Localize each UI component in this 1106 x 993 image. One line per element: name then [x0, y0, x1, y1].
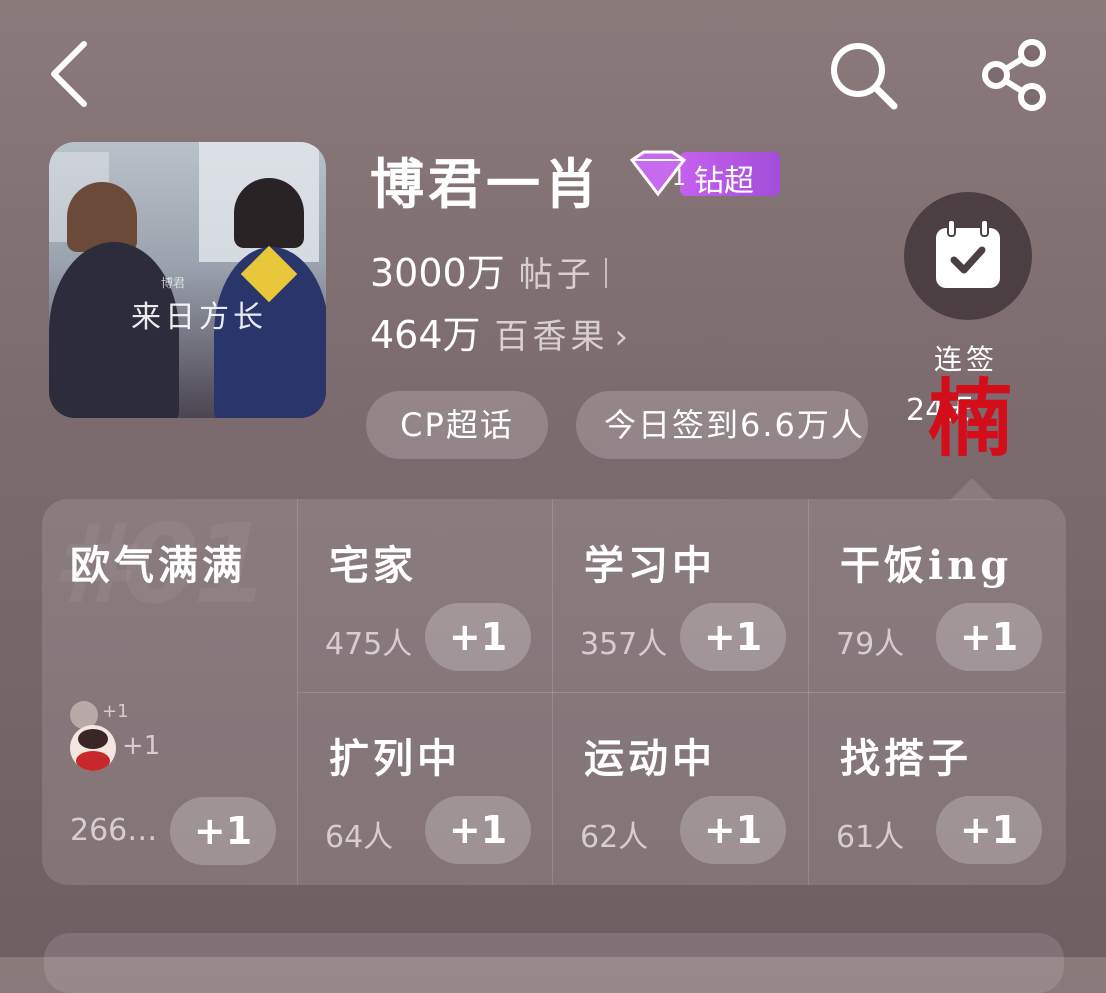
- featured-status-cell[interactable]: 欧气满满 +1 +1 266… +1: [42, 499, 297, 885]
- status-cell[interactable]: 找搭子 61人 +1: [808, 692, 1066, 885]
- status-name: 运动中: [584, 735, 716, 782]
- status-name: 干饭ing: [840, 542, 1013, 589]
- checkin-button[interactable]: [904, 192, 1032, 320]
- chevron-right-icon: ›: [614, 317, 633, 357]
- cover-caption: 来日方长: [131, 300, 267, 335]
- avatar-plus: +1: [122, 731, 161, 761]
- featured-status-count: 266…: [70, 813, 158, 848]
- search-icon[interactable]: [826, 38, 900, 112]
- plus-one-button[interactable]: +1: [680, 796, 786, 864]
- avatar-small-plus: +1: [102, 701, 129, 722]
- fans-stat[interactable]: 464万 百香果 ›: [370, 304, 632, 359]
- posts-label: 帖子: [518, 255, 595, 295]
- fans-label: 百香果: [494, 317, 609, 357]
- checkins-today-pill[interactable]: 今日签到6.6万人: [576, 391, 868, 459]
- topic-title: 博君一肖: [370, 152, 602, 216]
- posts-stat: 3000万 帖子: [370, 242, 607, 297]
- panel-pointer: [950, 478, 994, 500]
- status-count: 79人: [836, 627, 905, 662]
- badge-label: 钻超: [694, 164, 754, 199]
- status-count: 62人: [580, 820, 649, 855]
- plus-one-button[interactable]: +1: [680, 603, 786, 671]
- next-section-card: [44, 933, 1064, 993]
- status-cell[interactable]: 学习中 357人 +1: [552, 499, 808, 692]
- status-count: 61人: [836, 820, 905, 855]
- badge-level: 1: [672, 166, 686, 191]
- watermark-stamp: 楠: [928, 369, 1013, 468]
- cover-caption-small: 博君: [161, 276, 186, 290]
- status-cell[interactable]: 扩列中 64人 +1: [297, 692, 552, 885]
- plus-one-button[interactable]: +1: [936, 603, 1042, 671]
- status-count: 64人: [325, 820, 394, 855]
- status-count: 357人: [580, 627, 668, 662]
- plus-one-button[interactable]: +1: [936, 796, 1042, 864]
- status-name: 学习中: [584, 542, 716, 589]
- status-cell[interactable]: 干饭ing 79人 +1: [808, 499, 1066, 692]
- super-topic-badge[interactable]: 1 钻超: [628, 150, 780, 199]
- featured-status-name: 欧气满满: [70, 542, 246, 589]
- divider: [604, 258, 607, 288]
- status-cell[interactable]: 运动中 62人 +1: [552, 692, 808, 885]
- plus-one-button[interactable]: +1: [170, 797, 276, 865]
- status-name: 找搭子: [840, 735, 972, 782]
- share-icon[interactable]: [978, 38, 1052, 112]
- posts-value: 3000万: [370, 251, 505, 295]
- plus-one-button[interactable]: +1: [425, 796, 531, 864]
- plus-one-button[interactable]: +1: [425, 603, 531, 671]
- topic-cover-image[interactable]: 博君 来日方长: [49, 142, 326, 418]
- back-chevron-left-icon[interactable]: [44, 38, 94, 110]
- avatar: [70, 725, 116, 771]
- calendar-check-icon: [936, 220, 1000, 288]
- status-count: 475人: [325, 627, 413, 662]
- status-name: 宅家: [329, 542, 417, 589]
- status-cell[interactable]: 宅家 475人 +1: [297, 499, 552, 692]
- category-pill[interactable]: CP超话: [366, 391, 548, 459]
- status-name: 扩列中: [329, 735, 461, 782]
- fans-value: 464万: [370, 313, 481, 357]
